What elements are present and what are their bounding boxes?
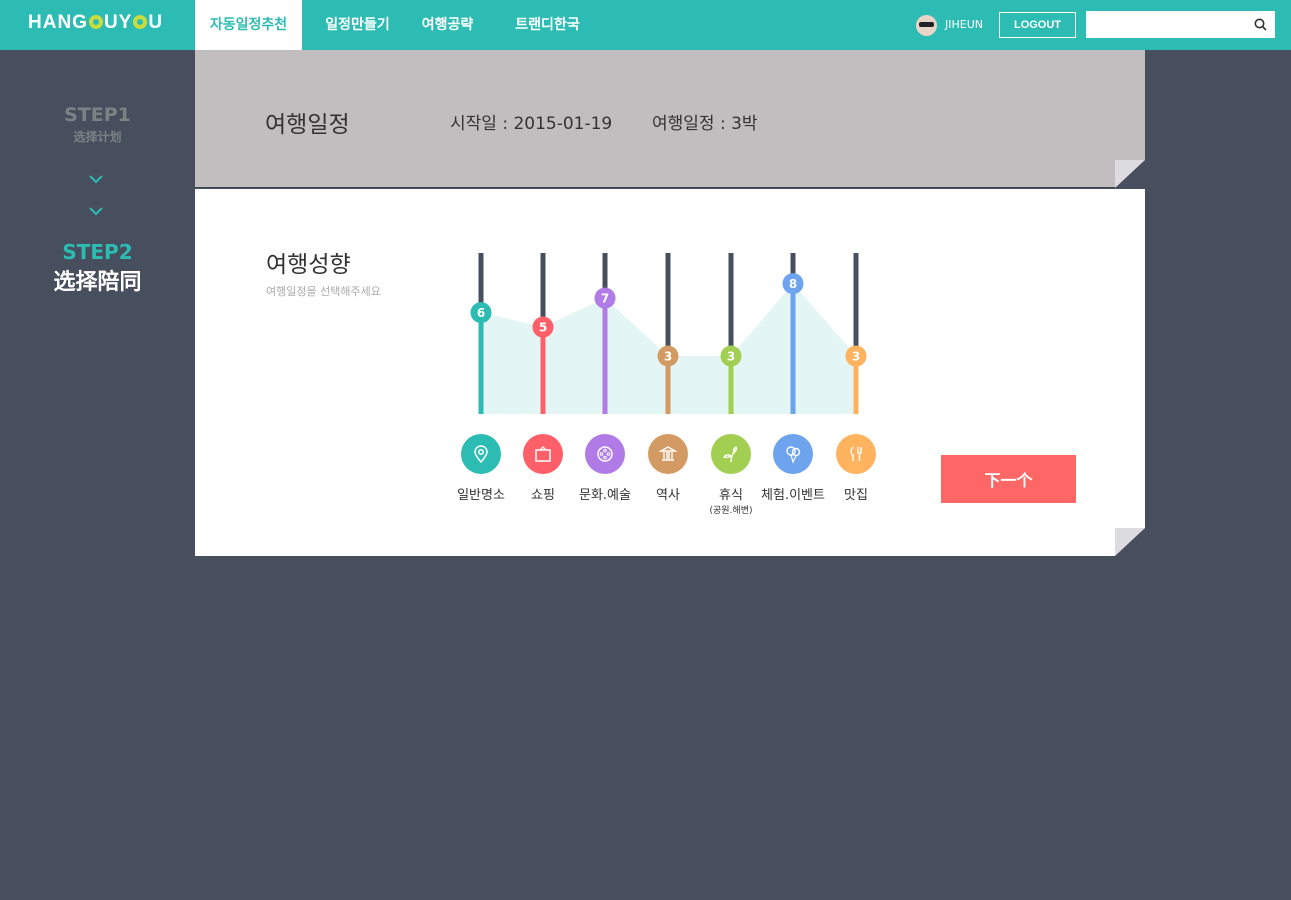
shopping-bag-icon[interactable] bbox=[523, 434, 563, 474]
slider-value: 6 bbox=[477, 306, 485, 320]
balloon-icon[interactable] bbox=[773, 434, 813, 474]
slider-value: 7 bbox=[601, 292, 609, 306]
slider-value: 8 bbox=[789, 277, 797, 291]
slider-value: 5 bbox=[539, 321, 547, 335]
slider-value: 3 bbox=[727, 350, 735, 364]
next-button[interactable]: 下一个 bbox=[941, 455, 1076, 503]
category-name: 맛집 bbox=[844, 488, 868, 503]
map-pin-icon[interactable] bbox=[461, 434, 501, 474]
leaf-icon[interactable] bbox=[711, 434, 751, 474]
category-sublabel: (공원.해변) bbox=[709, 506, 753, 516]
fork-knife-icon[interactable] bbox=[836, 434, 876, 474]
preference-sliders: 6 5 7 3 3 8 3 bbox=[470, 253, 867, 414]
museum-icon[interactable] bbox=[648, 434, 688, 474]
category-label: 맛집 bbox=[816, 484, 896, 503]
film-reel-icon[interactable] bbox=[585, 434, 625, 474]
slider-value: 3 bbox=[852, 350, 860, 364]
slider-value: 3 bbox=[664, 350, 672, 364]
